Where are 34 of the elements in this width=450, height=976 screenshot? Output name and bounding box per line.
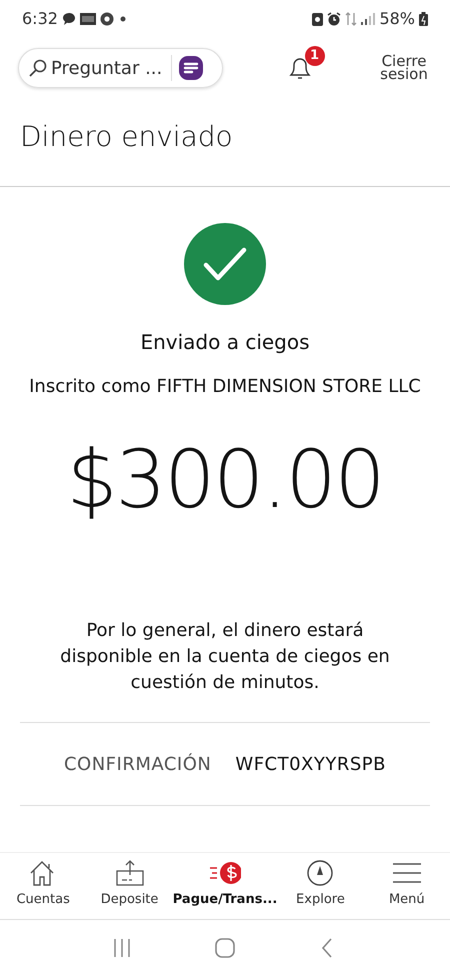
- chat-assistant-icon[interactable]: [178, 55, 204, 81]
- confirmation-label: CONFIRMACIÓN: [64, 752, 212, 776]
- app-logo-icon: [80, 13, 96, 25]
- enrolled-name: Inscrito como FIFTH DIMENSION STORE LLC: [29, 375, 421, 399]
- home-icon[interactable]: [214, 938, 235, 958]
- success-check-icon: [184, 223, 266, 305]
- logout-link[interactable]: Cierre sesion: [376, 55, 432, 81]
- page-title: Dinero enviado: [19, 119, 234, 155]
- dot-icon: [118, 14, 128, 24]
- deposit-icon: [114, 859, 146, 887]
- search-icon: [29, 59, 47, 77]
- battery-percent: 58%: [379, 8, 415, 30]
- nav-tab[interactable]: Pague/Trans...: [172, 853, 278, 919]
- recipient-heading: Enviado a ciegos: [140, 329, 310, 356]
- nav-tab[interactable]: Cuentas: [0, 853, 86, 919]
- nav-tab[interactable]: Explore: [277, 853, 364, 919]
- data-icon: [345, 12, 358, 26]
- confirmation-number: WFCT0XYYRSPB: [235, 752, 386, 776]
- notification-count: 1: [304, 46, 324, 66]
- signal-icon: [361, 13, 376, 25]
- alarm-icon: [327, 12, 342, 26]
- battery-saver-icon: [312, 12, 324, 26]
- battery-icon: [419, 12, 428, 26]
- browser-icon: [100, 12, 114, 26]
- search-bar[interactable]: Preguntar ...: [18, 48, 223, 88]
- amount: $300.00: [66, 432, 384, 528]
- availability-note: Por lo general, el dinero estará disponible en la cuenta de ciegos en cuestión de minutos.: [59, 619, 391, 695]
- nav-tab[interactable]: Menú: [364, 853, 450, 919]
- dollar-icon: [209, 859, 241, 887]
- chat-icon: [62, 12, 76, 26]
- search-field[interactable]: Preguntar ...: [47, 54, 165, 82]
- status-time: 6:32: [22, 8, 58, 30]
- nav-tab[interactable]: Deposite: [86, 853, 173, 919]
- recent-apps-icon[interactable]: [112, 938, 132, 958]
